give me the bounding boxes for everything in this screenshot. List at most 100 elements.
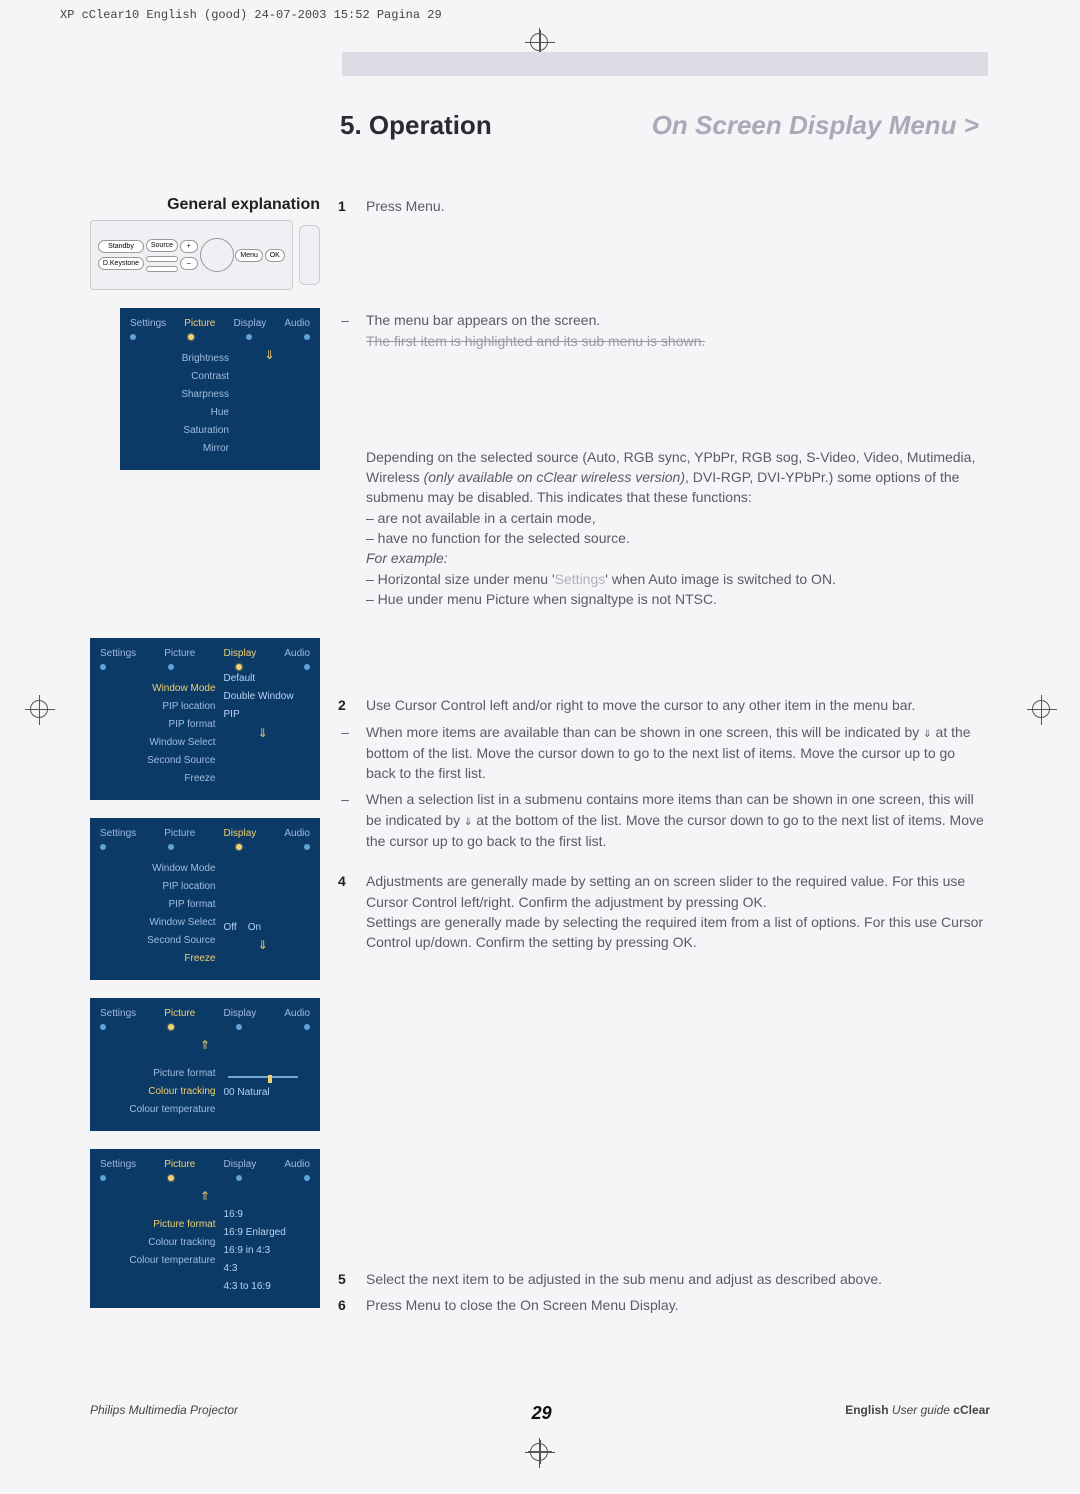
osd-item: PIP location: [100, 878, 216, 896]
panel-btn: OK: [265, 249, 285, 262]
osd-item: Colour temperature: [100, 1101, 216, 1119]
osd-subitem: 4:3: [224, 1260, 304, 1278]
step-text: Select the next item to be adjusted in t…: [366, 1269, 988, 1289]
osd-tab: Audio: [284, 826, 310, 842]
panel-btn: +: [180, 240, 198, 253]
osd-item: Colour tracking: [100, 1234, 216, 1252]
osd-item: Hue: [130, 404, 229, 422]
osd-tab: Settings: [100, 826, 136, 842]
dash-bullet: –: [338, 722, 352, 784]
step-text: Use Cursor Control left and/or right to …: [366, 695, 988, 715]
step-number: 6: [338, 1295, 352, 1315]
osd-screenshot-display-freeze: Settings Picture Display Audio Window Mo…: [90, 818, 320, 980]
registration-mark: [1032, 700, 1050, 718]
body-text-italic: (only available on cClear wireless versi…: [424, 469, 685, 485]
osd-subitem: Default: [224, 670, 304, 688]
osd-tab: Picture: [164, 646, 195, 662]
print-meta: XP cClear10 English (good) 24-07-2003 15…: [0, 8, 1080, 22]
step-text: Adjustments are generally made by settin…: [366, 873, 965, 909]
osd-subitem: PIP: [224, 706, 304, 724]
step-text: Press Menu to close the On Screen Menu D…: [366, 1295, 988, 1315]
body-text-faded: Settings: [555, 571, 606, 587]
osd-tab: Settings: [100, 1157, 136, 1173]
osd-item: Window Mode: [100, 680, 216, 698]
footer-lang: English: [845, 1403, 888, 1417]
page-number: 29: [532, 1403, 552, 1424]
osd-tab: Picture: [164, 1157, 195, 1173]
osd-slider-value: 00 Natural: [224, 1087, 270, 1098]
step-number: 5: [338, 1269, 352, 1289]
section-number: 5. Operation: [340, 110, 492, 141]
osd-item: Second Source: [100, 932, 216, 950]
osd-item: PIP format: [100, 716, 216, 734]
osd-item: Window Mode: [100, 860, 216, 878]
osd-tab: Audio: [284, 1006, 310, 1022]
osd-item: Sharpness: [130, 386, 229, 404]
osd-item: Mirror: [130, 440, 229, 458]
indent-spacer: [338, 447, 352, 609]
scroll-glyph-icon: ⇓: [923, 725, 931, 741]
left-heading: General explanation: [90, 196, 320, 214]
body-text: ' when Auto image is switched to ON.: [605, 571, 836, 587]
osd-tab: Picture: [184, 316, 215, 332]
osd-tab: Settings: [100, 1006, 136, 1022]
panel-led: [146, 266, 178, 272]
step-number: 2: [338, 695, 352, 715]
body-text-struck: The first item is highlighted and its su…: [366, 331, 988, 351]
osd-item: PIP location: [100, 698, 216, 716]
osd-tab: Audio: [284, 646, 310, 662]
panel-btn: D.Keystone: [98, 257, 144, 270]
body-text: – Hue under menu Picture when signaltype…: [366, 589, 988, 609]
panel-btn: Menu: [235, 249, 263, 262]
footer-guide: User guide: [892, 1403, 950, 1417]
osd-tab: Display: [233, 316, 266, 332]
osd-item: Colour temperature: [100, 1252, 216, 1270]
panel-led: [146, 256, 178, 262]
osd-tab: Picture: [164, 1006, 195, 1022]
footer-right: English User guide cClear: [845, 1403, 990, 1424]
footer-left: Philips Multimedia Projector: [90, 1403, 238, 1424]
osd-item: Brightness: [130, 350, 229, 368]
osd-tab: Audio: [284, 1157, 310, 1173]
osd-item: Saturation: [130, 422, 229, 440]
body-text: When more items are available than can b…: [366, 724, 923, 740]
osd-subitem: 16:9 Enlarged: [224, 1224, 304, 1242]
osd-item: PIP format: [100, 896, 216, 914]
osd-item: Picture format: [100, 1065, 216, 1083]
scroll-indicator-icon: ⇑: [100, 1036, 310, 1055]
registration-mark: [30, 700, 48, 718]
step-text: Settings are generally made by selecting…: [366, 914, 983, 950]
osd-tab: Picture: [164, 826, 195, 842]
osd-subitem: 16:9 in 4:3: [224, 1242, 304, 1260]
osd-item: Picture format: [100, 1216, 216, 1234]
scroll-indicator-icon: ⇑: [100, 1187, 310, 1206]
panel-btn: Source: [146, 239, 178, 252]
osd-tab: Display: [223, 826, 256, 842]
osd-subitem: 16:9: [224, 1206, 304, 1224]
osd-item: Freeze: [100, 950, 216, 968]
body-bullet: – have no function for the selected sour…: [366, 528, 988, 548]
dash-bullet: –: [338, 789, 352, 851]
osd-subitem: Off: [224, 922, 237, 933]
step-text: Press Menu.: [366, 196, 988, 216]
osd-tab: Display: [223, 1006, 256, 1022]
osd-item: Window Select: [100, 734, 216, 752]
panel-btn: –: [180, 257, 198, 270]
remote-illustration: [299, 225, 320, 285]
osd-tab: Display: [223, 1157, 256, 1173]
body-text-italic: For example:: [366, 548, 988, 568]
footer-product: cClear: [953, 1403, 990, 1417]
osd-tab: Settings: [130, 316, 166, 332]
panel-dpad: [200, 238, 234, 272]
dash-bullet: –: [338, 310, 352, 351]
osd-tab: Settings: [100, 646, 136, 662]
scroll-glyph-icon: ⇓: [464, 813, 472, 829]
osd-subitem: 4:3 to 16:9: [224, 1278, 304, 1296]
osd-item: Freeze: [100, 770, 216, 788]
body-text: The menu bar appears on the screen.: [366, 310, 988, 330]
osd-screenshot-display-windowmode: Settings Picture Display Audio Window Mo…: [90, 638, 320, 800]
osd-item: Colour tracking: [100, 1083, 216, 1101]
section-title: On Screen Display Menu >: [652, 110, 979, 141]
step-number: 4: [338, 871, 352, 952]
registration-mark: [530, 1443, 548, 1461]
